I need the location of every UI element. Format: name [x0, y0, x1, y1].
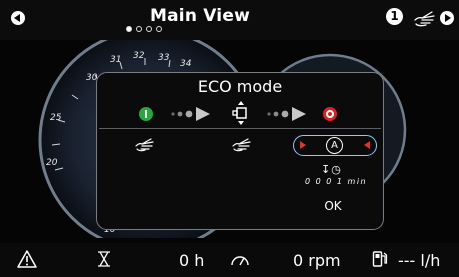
engine-hours-value: 0 h	[179, 251, 205, 270]
page-dot-1[interactable]	[126, 26, 132, 32]
page-dot-3[interactable]	[146, 26, 152, 32]
hand-icon[interactable]	[412, 6, 438, 30]
top-bar: Main View 1	[0, 0, 459, 40]
page-dot-4[interactable]	[156, 26, 162, 32]
scale-label-25: 25	[50, 113, 62, 123]
scale-label-33: 33	[158, 53, 170, 63]
right-arrow-icon[interactable]	[440, 11, 454, 25]
auto-mode-icon: A	[326, 137, 343, 154]
page-title: Main View	[150, 6, 250, 26]
page-indicator	[126, 26, 162, 32]
divider	[99, 128, 381, 129]
page-dot-2[interactable]	[136, 26, 142, 32]
engine-off-icon	[323, 107, 337, 121]
bottom-bar: 0 h 0 rpm --- l/h	[0, 243, 459, 277]
fuel-rate-value: --- l/h	[398, 251, 441, 270]
idle-mode-icon	[232, 101, 247, 125]
select-prev-icon[interactable]	[300, 141, 306, 149]
fuel-pump-icon	[372, 251, 388, 267]
select-next-icon[interactable]	[364, 141, 370, 149]
hourglass-icon	[98, 251, 110, 267]
speedometer-icon	[231, 256, 249, 266]
scale-label-32: 32	[133, 51, 145, 61]
info-badge[interactable]: 1	[386, 8, 403, 25]
rpm-value: 0 rpm	[293, 251, 341, 270]
timer-icon: ↧◷	[321, 163, 342, 176]
engine-on-icon	[139, 107, 153, 121]
hand-icon[interactable]	[134, 136, 156, 152]
screen: 20 25 30 31 32 33 34 10 Main View 1 ECO …	[0, 0, 459, 277]
timer-value[interactable]: 0 0 0 1 min	[305, 177, 367, 186]
flow-arrow-icon	[267, 107, 306, 121]
flow-arrow-icon	[171, 107, 210, 121]
warning-icon[interactable]	[17, 250, 37, 268]
hand-icon[interactable]	[231, 136, 253, 152]
eco-mode-dialog: ECO mode A ↧◷ 0 0 0 1 min OK	[96, 72, 384, 230]
dialog-title: ECO mode	[197, 77, 283, 96]
left-arrow-icon[interactable]	[11, 11, 25, 25]
scale-label-31: 31	[110, 55, 121, 65]
scale-label-20: 20	[46, 158, 58, 168]
ok-button[interactable]: OK	[319, 199, 347, 215]
auto-mode-selector[interactable]: A	[293, 135, 377, 156]
scale-label-34: 34	[180, 59, 192, 69]
